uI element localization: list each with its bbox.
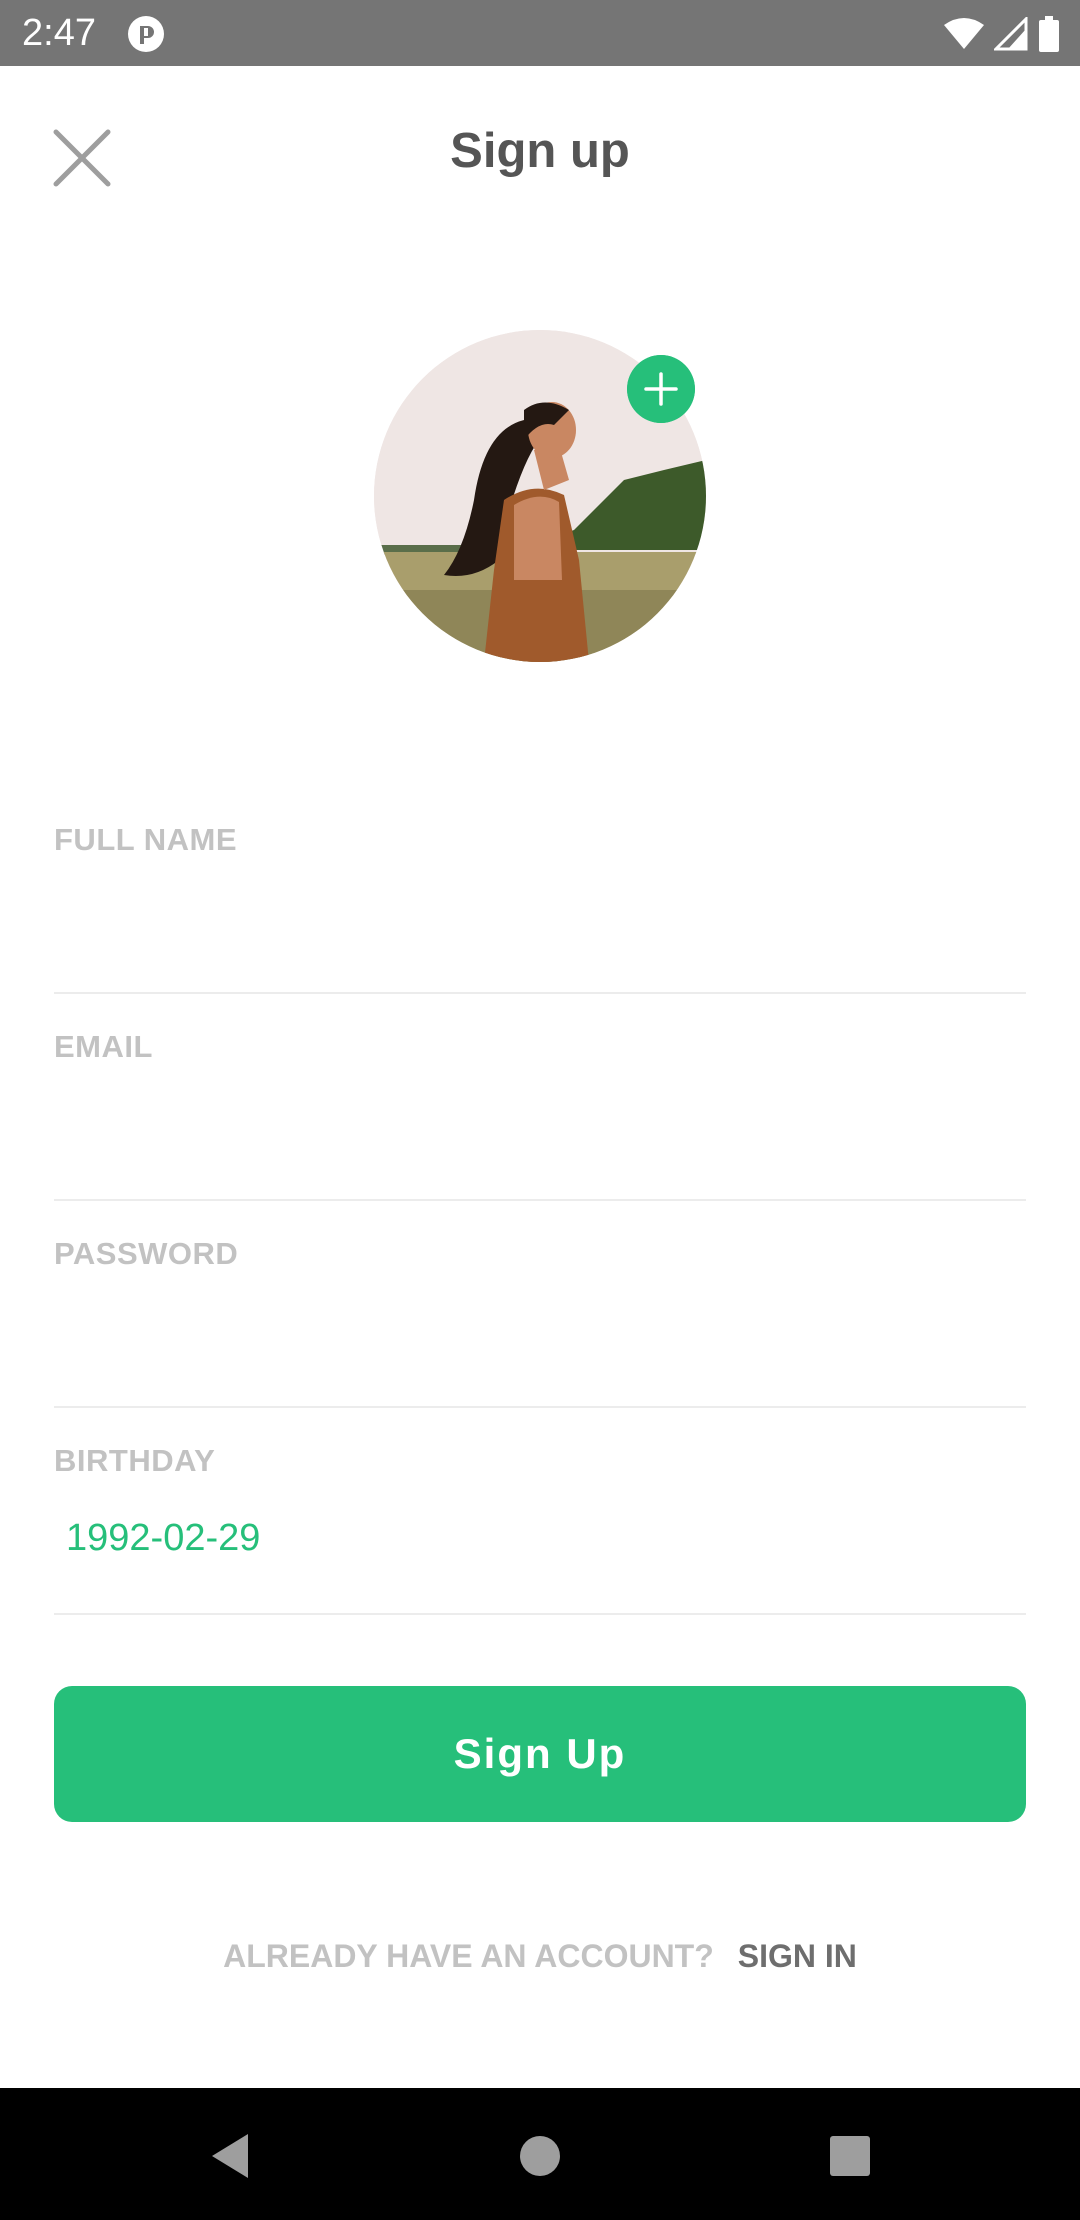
- already-have-account-text: ALREADY HAVE AN ACCOUNT?: [223, 1938, 714, 1974]
- email-input[interactable]: [54, 1089, 1026, 1159]
- home-icon[interactable]: [512, 2128, 568, 2184]
- signup-screen: 2:47 Sign up FULL NAME EMAIL PASSWORD BI…: [0, 0, 1080, 2220]
- password-field: PASSWORD: [54, 1234, 1026, 1408]
- plus-icon[interactable]: [627, 355, 695, 423]
- navigation-bar: [0, 2088, 1080, 2220]
- sign-up-button[interactable]: Sign Up: [54, 1686, 1026, 1822]
- birthday-label: BIRTHDAY: [54, 1443, 216, 1478]
- birthday-input[interactable]: [54, 1503, 1026, 1573]
- password-label: PASSWORD: [54, 1236, 239, 1271]
- full-name-field: FULL NAME: [54, 820, 1026, 994]
- email-field: EMAIL: [54, 1027, 1026, 1201]
- birthday-field: BIRTHDAY: [54, 1441, 1026, 1615]
- status-time: 2:47: [22, 12, 96, 54]
- battery-icon: [1039, 16, 1059, 52]
- full-name-underline: [54, 992, 1026, 994]
- sign-in-link[interactable]: SIGN IN: [738, 1938, 857, 1974]
- back-icon[interactable]: [204, 2128, 260, 2184]
- page-title: Sign up: [450, 124, 630, 178]
- recents-icon[interactable]: [822, 2128, 878, 2184]
- password-underline: [54, 1406, 1026, 1408]
- status-icons: [944, 14, 1060, 54]
- status-bar: 2:47: [0, 0, 1080, 66]
- cell-signal-icon: [994, 17, 1028, 51]
- full-name-input[interactable]: [54, 882, 1026, 952]
- full-name-label: FULL NAME: [54, 822, 238, 857]
- email-underline: [54, 1199, 1026, 1201]
- password-input[interactable]: [54, 1296, 1026, 1366]
- app-notification-icon: [128, 16, 164, 52]
- email-label: EMAIL: [54, 1029, 153, 1064]
- birthday-underline: [54, 1613, 1026, 1615]
- sign-in-prompt-row: ALREADY HAVE AN ACCOUNT? SIGN IN: [0, 1932, 1080, 1980]
- wifi-icon: [944, 18, 984, 49]
